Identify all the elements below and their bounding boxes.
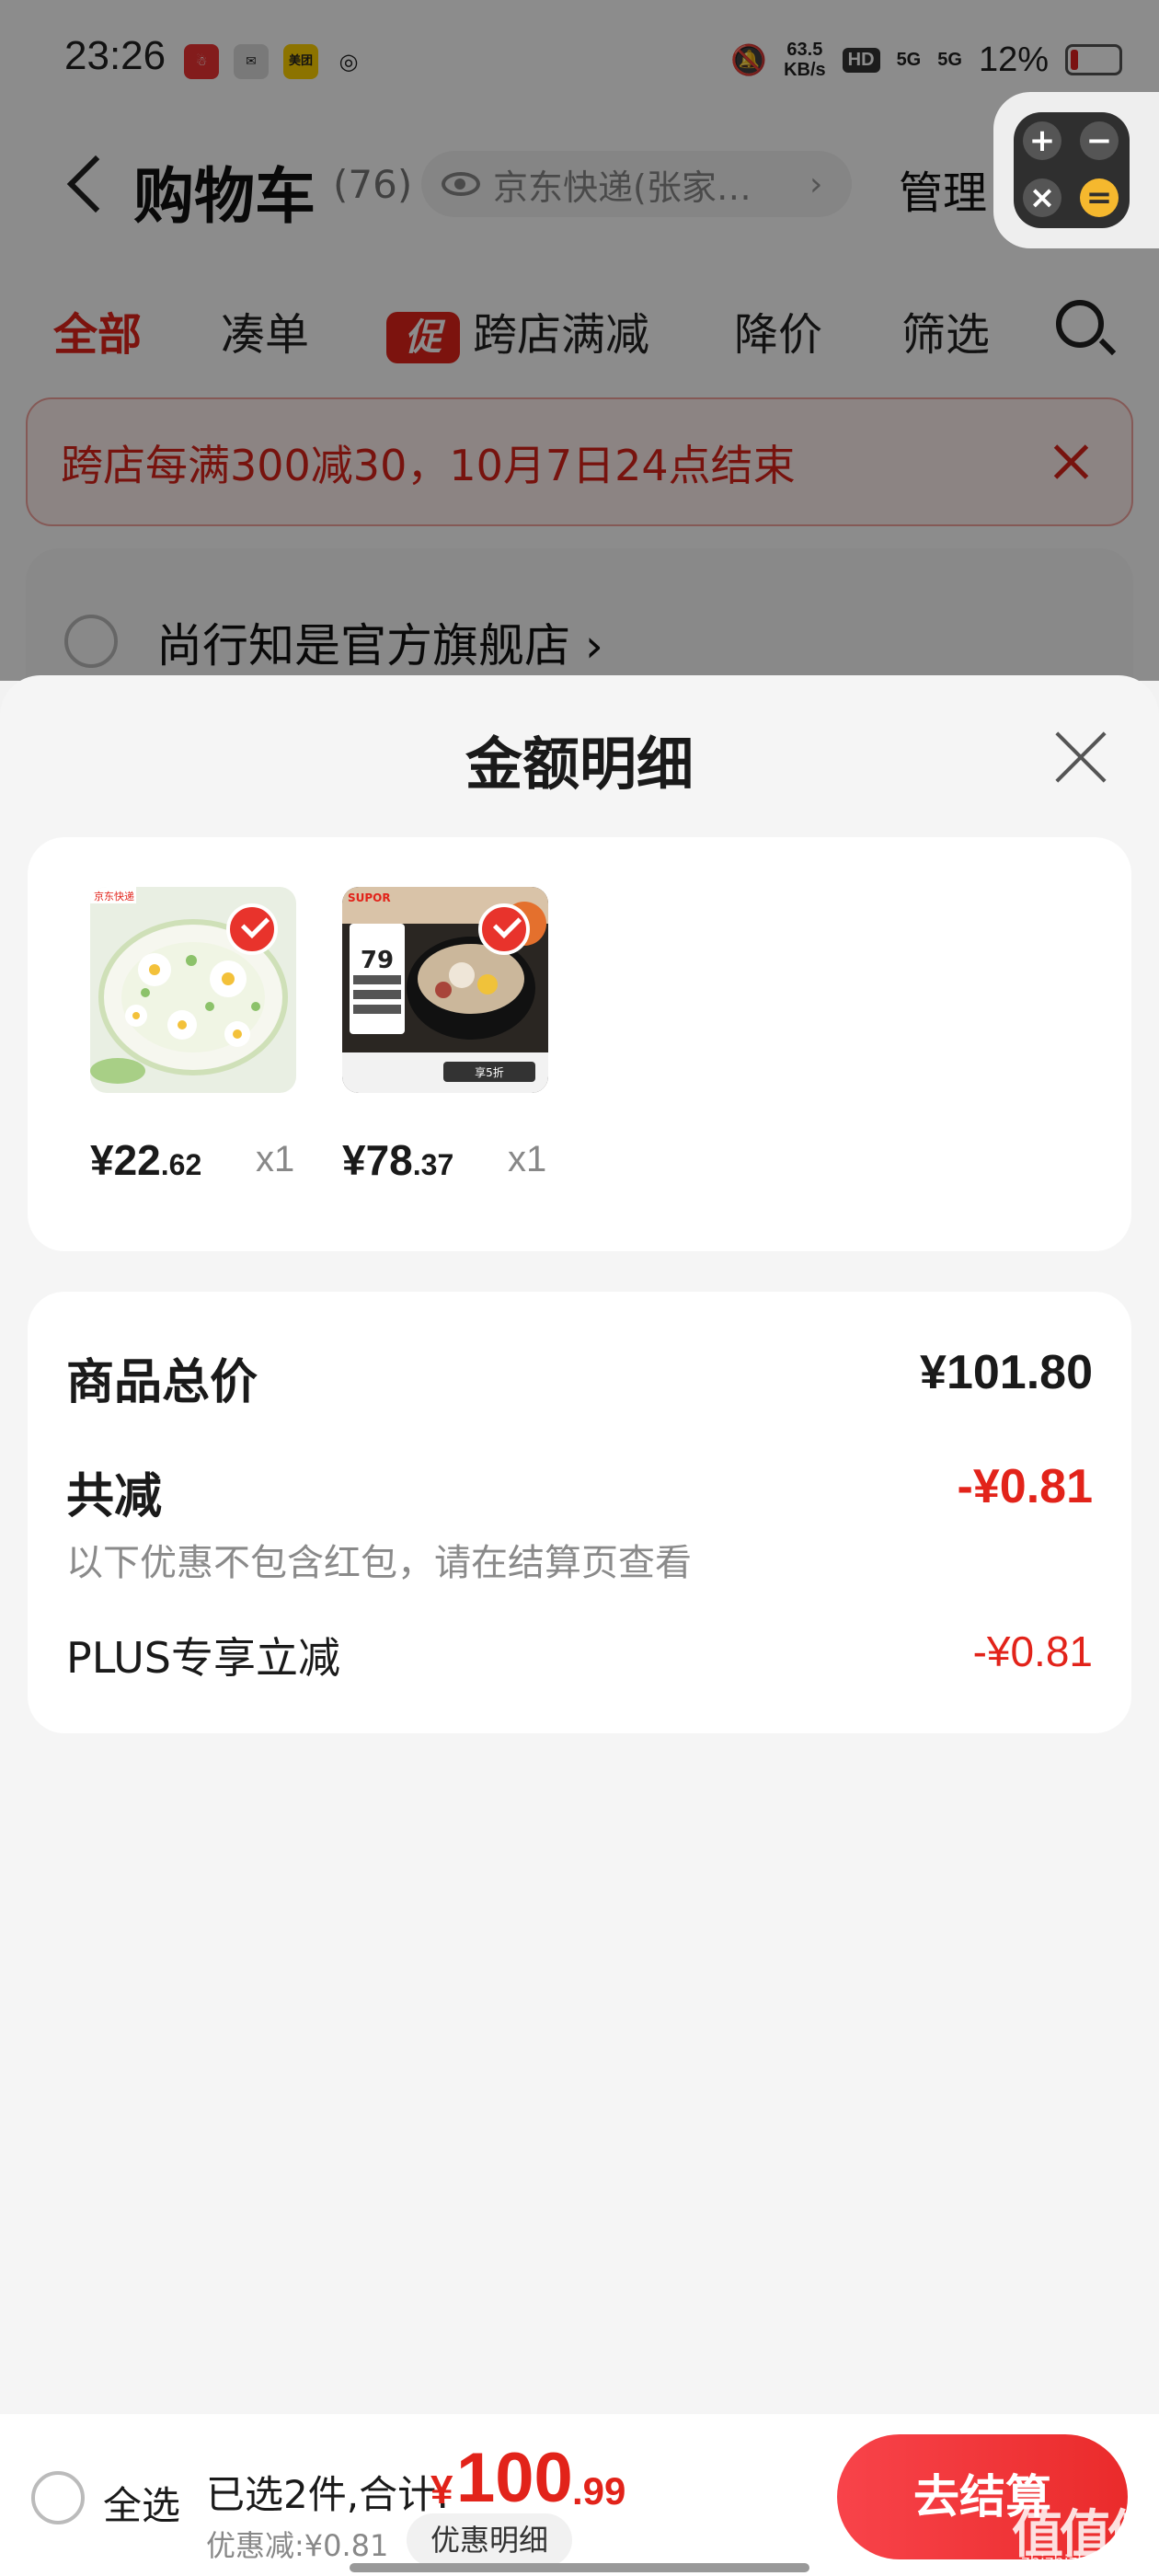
discount-note: 以下优惠不包含红包，请在结算页查看	[66, 1542, 692, 1584]
discount-summary: 优惠减:¥0.81	[206, 2528, 389, 2563]
goods-total-value: ¥101.80	[920, 1346, 1093, 1399]
select-all-checkbox[interactable]	[31, 2471, 85, 2524]
promo-number: 79	[361, 947, 394, 974]
total-amount-integer: 100	[456, 2439, 573, 2517]
price-summary-card: 商品总价 ¥101.80 共减 -¥0.81 以下优惠不包含红包，请在结算页查看…	[28, 1292, 1131, 1733]
plus-discount-label: PLUS专享立减	[66, 1633, 340, 1683]
watermark-url: zhizhizhi.com	[1021, 2552, 1133, 2571]
promo-line: 享5折	[475, 1065, 504, 1079]
sheet-title: 金额明细	[465, 730, 694, 798]
goods-total-label: 商品总价	[66, 1355, 258, 1410]
cart-page-background: 23:26 ☃ ✉ 美团 ◎ 🔕 63.5 KB/s HD 5G 5G 12% …	[0, 0, 1159, 732]
plus-discount-value: -¥0.81	[972, 1627, 1093, 1675]
item-price-int: ¥22	[90, 1136, 161, 1184]
checkout-bar: 全选 已选2件,合计: ¥ 100 .99 优惠减:¥0.81 优惠明细 去结算	[0, 2414, 1159, 2576]
total-amount-decimal: .99	[572, 2469, 626, 2513]
modal-overlay[interactable]	[0, 0, 1159, 681]
jd-express-tag: 京东快递	[94, 890, 134, 903]
item-price: ¥78.37	[342, 1135, 453, 1185]
checked-icon	[226, 903, 278, 955]
total-reduction-value: -¥0.81	[957, 1460, 1093, 1513]
checked-icon	[478, 903, 530, 955]
home-indicator[interactable]	[350, 2563, 809, 2572]
discount-detail-button[interactable]: 优惠明细	[407, 2513, 572, 2567]
calculator-icon: + − × =	[1014, 112, 1130, 228]
equals-key-icon: =	[1080, 178, 1119, 217]
item-price-int: ¥78	[342, 1136, 413, 1184]
selected-items-card: 京东快递 ¥22.62 x1 SUPOR 79 享5折 ¥78.37 x1	[28, 837, 1131, 1251]
select-all-label[interactable]: 全选	[103, 2475, 180, 2531]
multiply-key-icon: ×	[1023, 178, 1061, 217]
item-quantity: x1	[256, 1139, 295, 1179]
minus-key-icon: −	[1080, 121, 1119, 160]
item-quantity: x1	[508, 1139, 547, 1179]
amount-detail-sheet: 金额明细 京东快递 ¥22.62 x1 SUPOR 79 享5折 ¥78.37 …	[0, 675, 1159, 2414]
plus-key-icon: +	[1023, 121, 1061, 160]
item-price: ¥22.62	[90, 1135, 201, 1185]
close-icon[interactable]	[1050, 727, 1111, 788]
total-currency: ¥	[430, 2467, 453, 2513]
item-price-dec: .62	[160, 1148, 202, 1181]
item-price-dec: .37	[412, 1148, 454, 1181]
list-item[interactable]: SUPOR 79 享5折 ¥78.37 x1	[342, 887, 581, 1190]
list-item[interactable]: 京东快递 ¥22.62 x1	[90, 887, 329, 1190]
selected-summary: 已选2件,合计:	[206, 2472, 450, 2517]
total-reduction-label: 共减	[66, 1469, 163, 1524]
floating-calculator-widget[interactable]: + − × =	[993, 92, 1159, 248]
brand-label: SUPOR	[348, 891, 391, 904]
